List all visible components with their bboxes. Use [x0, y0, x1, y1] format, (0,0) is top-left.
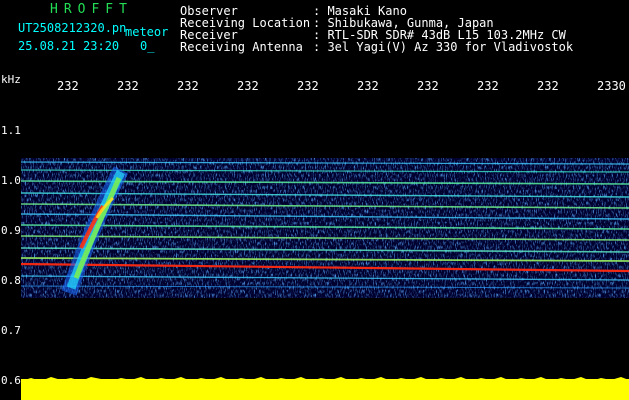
file-name: UT2508212320.pn: [18, 21, 127, 35]
freq-tick: 0.9: [1, 224, 21, 237]
freq-tick: 0.6: [1, 374, 21, 387]
time-tick: 232: [57, 79, 79, 93]
app-title: HROFFT: [50, 2, 133, 17]
time-tick: 232: [117, 79, 139, 93]
time-tick: 2330: [597, 79, 626, 93]
detection-count: 0_: [140, 39, 155, 53]
time-tick: 232: [357, 79, 379, 93]
freq-tick: 0.8: [1, 274, 21, 287]
time-tick: 232: [237, 79, 259, 93]
time-tick: 232: [417, 79, 439, 93]
antenna-label: Receiving Antenna: [180, 40, 303, 54]
spectrogram-plot: [21, 158, 629, 400]
time-tick: 232: [537, 79, 559, 93]
freq-tick: 0.7: [1, 324, 21, 337]
freq-tick: 1.0: [1, 174, 21, 187]
frequency-unit: kHz: [1, 73, 21, 86]
mode-label: meteor: [125, 25, 169, 39]
datetime: 25.08.21 23:20: [18, 39, 120, 53]
time-tick: 232: [477, 79, 499, 93]
antenna-value: : 3el Yagi(V) Az 330 for Vladivostok: [313, 40, 574, 54]
time-tick: 232: [297, 79, 319, 93]
time-tick: 232: [177, 79, 199, 93]
freq-tick: 1.1: [1, 124, 21, 137]
